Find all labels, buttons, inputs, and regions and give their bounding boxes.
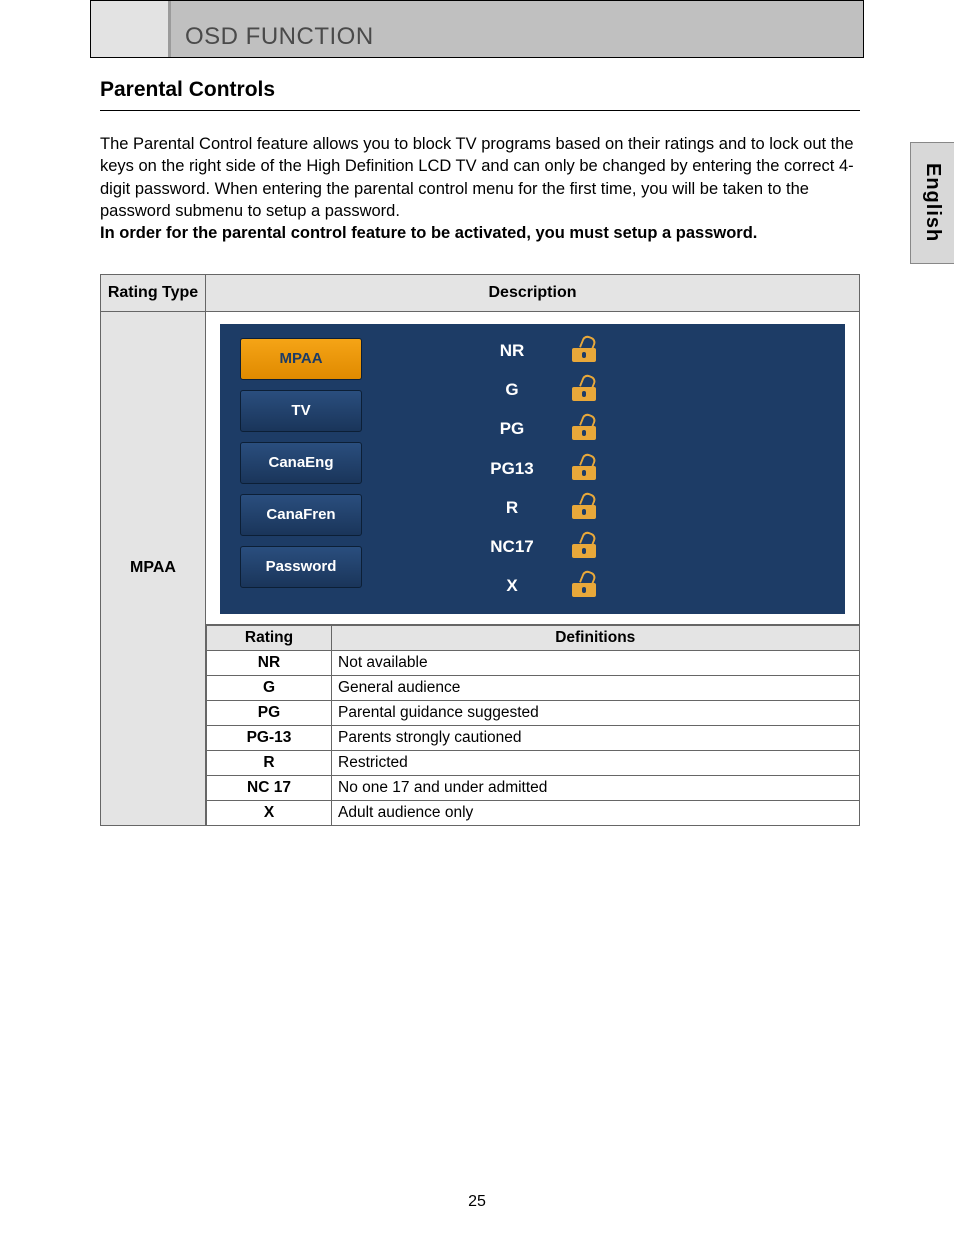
osd-menu-mpaa[interactable]: MPAA xyxy=(240,338,362,380)
page-header: OSD FUNCTION xyxy=(90,0,864,58)
lock-icon[interactable] xyxy=(572,379,598,401)
table-row: G General audience xyxy=(207,675,860,700)
osd-menu-tv[interactable]: TV xyxy=(240,390,362,432)
content-area: Parental Controls The Parental Control f… xyxy=(100,78,860,826)
osd-rating-row: G xyxy=(452,379,817,401)
lock-icon[interactable] xyxy=(572,575,598,597)
lock-icon[interactable] xyxy=(572,418,598,440)
section-title: Parental Controls xyxy=(100,78,860,111)
def-text: Adult audience only xyxy=(332,800,860,825)
osd-screenshot-cell: MPAA TV CanaEng CanaFren Password NR G xyxy=(206,311,860,624)
osd-rating-row: NC17 xyxy=(452,536,817,558)
osd-rating-row: R xyxy=(452,497,817,519)
header-tab-decor xyxy=(91,1,171,57)
osd-menu-canaeng[interactable]: CanaEng xyxy=(240,442,362,484)
osd-screen: MPAA TV CanaEng CanaFren Password NR G xyxy=(220,324,845,614)
table-row: PG-13 Parents strongly cautioned xyxy=(207,725,860,750)
defs-col-definitions: Definitions xyxy=(332,625,860,650)
header-title: OSD FUNCTION xyxy=(171,23,374,57)
def-code: NC 17 xyxy=(207,775,332,800)
osd-rating-pg13: PG13 xyxy=(452,459,572,479)
def-text: General audience xyxy=(332,675,860,700)
osd-rating-nr: NR xyxy=(452,341,572,361)
osd-menu-password[interactable]: Password xyxy=(240,546,362,588)
lock-icon[interactable] xyxy=(572,497,598,519)
osd-rating-row: NR xyxy=(452,340,817,362)
lock-icon[interactable] xyxy=(572,458,598,480)
page-number: 25 xyxy=(0,1193,954,1211)
def-text: No one 17 and under admitted xyxy=(332,775,860,800)
table-row: NC 17 No one 17 and under admitted xyxy=(207,775,860,800)
language-label: English xyxy=(921,163,944,242)
osd-rating-r: R xyxy=(452,498,572,518)
osd-menu: MPAA TV CanaEng CanaFren Password xyxy=(240,338,362,600)
defs-col-rating: Rating xyxy=(207,625,332,650)
osd-rating-row: PG13 xyxy=(452,458,817,480)
def-code: R xyxy=(207,750,332,775)
osd-rating-row: X xyxy=(452,575,817,597)
definitions-table: Rating Definitions NR Not available G Ge… xyxy=(206,625,860,826)
def-text: Restricted xyxy=(332,750,860,775)
osd-rating-g: G xyxy=(452,380,572,400)
table-row: NR Not available xyxy=(207,650,860,675)
def-code: X xyxy=(207,800,332,825)
intro-paragraph: The Parental Control feature allows you … xyxy=(100,133,860,244)
osd-rating-x: X xyxy=(452,576,572,596)
intro-bold: In order for the parental control featur… xyxy=(100,224,757,242)
osd-rating-nc17: NC17 xyxy=(452,537,572,557)
def-text: Parents strongly cautioned xyxy=(332,725,860,750)
osd-ratings-list: NR G PG PG13 xyxy=(452,338,817,600)
col-description: Description xyxy=(206,275,860,311)
def-code: PG xyxy=(207,700,332,725)
lock-icon[interactable] xyxy=(572,340,598,362)
row-label-mpaa: MPAA xyxy=(101,311,206,826)
intro-text: The Parental Control feature allows you … xyxy=(100,135,854,220)
def-text: Parental guidance suggested xyxy=(332,700,860,725)
osd-menu-canafren[interactable]: CanaFren xyxy=(240,494,362,536)
table-row: PG Parental guidance suggested xyxy=(207,700,860,725)
table-row: R Restricted xyxy=(207,750,860,775)
osd-rating-row: PG xyxy=(452,418,817,440)
def-text: Not available xyxy=(332,650,860,675)
ratings-table: Rating Type Description MPAA MPAA TV Can… xyxy=(100,274,860,826)
table-row: X Adult audience only xyxy=(207,800,860,825)
def-code: PG-13 xyxy=(207,725,332,750)
def-code: G xyxy=(207,675,332,700)
language-tab: English xyxy=(910,142,954,264)
def-code: NR xyxy=(207,650,332,675)
lock-icon[interactable] xyxy=(572,536,598,558)
osd-rating-pg: PG xyxy=(452,419,572,439)
col-rating-type: Rating Type xyxy=(101,275,206,311)
